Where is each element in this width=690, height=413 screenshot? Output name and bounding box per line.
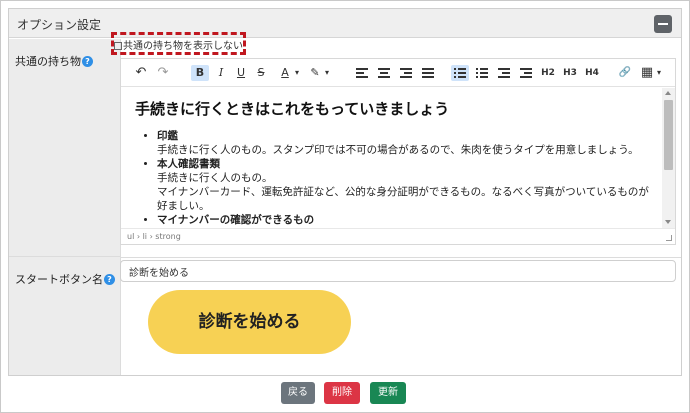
highlight-color-button[interactable]: ✎ — [307, 65, 323, 81]
bullet-list-icon[interactable] — [451, 65, 469, 81]
list-item: マイナンバーの確認ができるもの — [157, 213, 649, 226]
editor-status-path: ul › li › strong — [121, 228, 675, 244]
update-button[interactable]: 更新 — [370, 382, 406, 404]
common-items-label-cell: 共通の持ち物? — [9, 39, 121, 257]
start-button-name-input[interactable] — [120, 260, 676, 282]
panel-title: オプション設定 — [17, 18, 102, 32]
item-title: 本人確認書類 — [157, 158, 220, 170]
align-justify-icon[interactable] — [419, 65, 437, 81]
help-icon[interactable]: ? — [82, 56, 93, 67]
table-icon[interactable]: ▦ — [639, 65, 655, 81]
highlight-annotation — [111, 32, 246, 55]
redo-icon[interactable]: ↷ — [155, 65, 171, 81]
help-icon[interactable]: ? — [104, 274, 115, 285]
editor-scrollbar[interactable] — [662, 88, 675, 228]
item-title: 印鑑 — [157, 130, 178, 142]
panel-header: オプション設定 — [9, 9, 681, 38]
list-item: 本人確認書類 手続きに行く人のもの。 マイナンバーカード、運転免許証など、公的な… — [157, 157, 649, 213]
align-left-icon[interactable] — [353, 65, 371, 81]
item-list: 印鑑 手続きに行く人のもの。スタンプ印では不可の場合があるので、朱肉を使うタイプ… — [135, 129, 649, 226]
bold-button[interactable]: B — [191, 65, 209, 81]
rich-text-editor: ↶ ↷ B I U S A ▾ ✎ ▾ H2 H3 H4 🔗 ▦ ▾ 手続きに行… — [120, 58, 676, 245]
common-items-label: 共通の持ち物? — [15, 53, 93, 69]
start-button-label-cell: スタートボタン名? — [9, 257, 121, 375]
scroll-up-icon[interactable] — [665, 91, 671, 95]
text-color-button[interactable]: A — [277, 65, 293, 81]
scroll-down-icon[interactable] — [665, 220, 671, 224]
undo-icon[interactable]: ↶ — [133, 65, 149, 81]
underline-button[interactable]: U — [233, 65, 249, 81]
italic-button[interactable]: I — [213, 65, 229, 81]
list-item: 印鑑 手続きに行く人のもの。スタンプ印では不可の場合があるので、朱肉を使うタイプ… — [157, 129, 649, 157]
row-divider — [121, 257, 681, 258]
item-line: マイナンバーカード、運転免許証など、公的な身分証明ができるもの。なるべく写真がつ… — [157, 186, 649, 212]
footer-actions: 戻る 削除 更新 — [0, 377, 690, 413]
chevron-down-icon[interactable]: ▾ — [323, 65, 331, 81]
align-center-icon[interactable] — [375, 65, 393, 81]
common-items-label-text: 共通の持ち物 — [15, 55, 81, 68]
chevron-down-icon[interactable]: ▾ — [655, 65, 663, 81]
link-icon[interactable]: 🔗 — [617, 65, 633, 81]
item-title: マイナンバーの確認ができるもの — [157, 214, 315, 226]
outdent-icon[interactable] — [495, 65, 513, 81]
numbered-list-icon[interactable] — [473, 65, 491, 81]
back-button[interactable]: 戻る — [281, 382, 315, 404]
start-button-preview: 診断を始める — [148, 290, 351, 354]
editor-content[interactable]: 手続きに行くときはこれをもっていきましょう 印鑑 手続きに行く人のもの。スタンプ… — [121, 88, 661, 226]
strikethrough-button[interactable]: S — [253, 65, 269, 81]
item-line: 手続きに行く人のもの。スタンプ印では不可の場合があるので、朱肉を使うタイプを用意… — [157, 144, 639, 156]
start-button-label: スタートボタン名? — [15, 271, 115, 287]
heading-4-button[interactable]: H4 — [583, 65, 601, 81]
align-right-icon[interactable] — [397, 65, 415, 81]
heading-2-button[interactable]: H2 — [539, 65, 557, 81]
indent-icon[interactable] — [517, 65, 535, 81]
heading-3-button[interactable]: H3 — [561, 65, 579, 81]
resize-handle-icon[interactable] — [666, 235, 672, 241]
scroll-thumb[interactable] — [664, 100, 673, 170]
item-line: 手続きに行く人のもの。 — [157, 172, 273, 184]
editor-toolbar: ↶ ↷ B I U S A ▾ ✎ ▾ H2 H3 H4 🔗 ▦ ▾ — [121, 59, 675, 87]
collapse-minus-icon[interactable] — [654, 15, 672, 33]
delete-button[interactable]: 削除 — [324, 382, 360, 404]
editor-heading: 手続きに行くときはこれをもっていきましょう — [135, 100, 450, 118]
chevron-down-icon[interactable]: ▾ — [293, 65, 301, 81]
start-button-label-text: スタートボタン名 — [15, 273, 103, 286]
